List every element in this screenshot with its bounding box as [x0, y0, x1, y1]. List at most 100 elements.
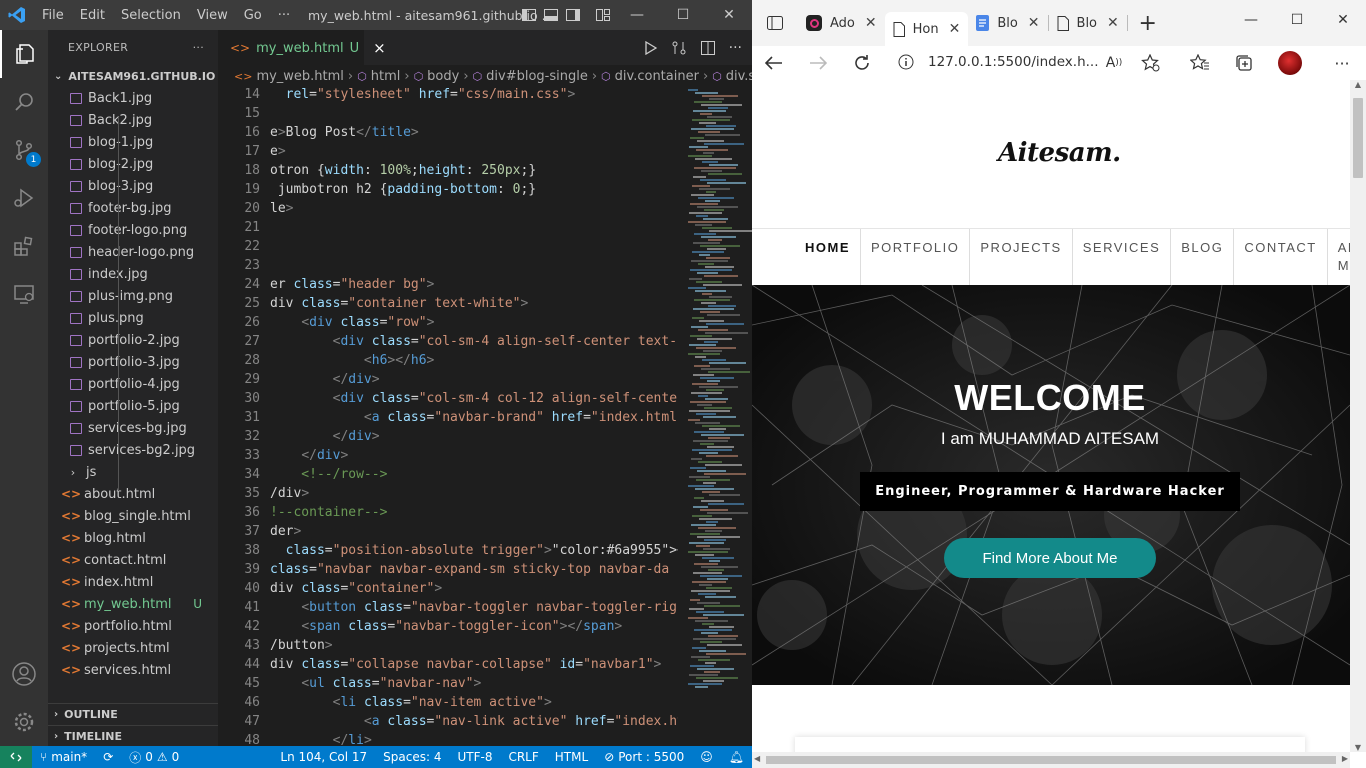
file-item[interactable]: <> blog.html	[48, 527, 218, 549]
code-line[interactable]: 26 <div class="row">	[218, 315, 678, 334]
code-line[interactable]: 25 div class="container text-white">	[218, 296, 678, 315]
file-item[interactable]: footer-bg.jpg	[48, 197, 218, 219]
code-line[interactable]: 28 <h6></h6>	[218, 353, 678, 372]
page-vertical-scrollbar[interactable]: ▲ ▼	[1350, 80, 1366, 752]
file-item[interactable]: header-logo.png	[48, 241, 218, 263]
code-line[interactable]: 43/button>	[218, 638, 678, 657]
notifications-bell-icon[interactable]: 🔔︎	[721, 750, 752, 764]
account-icon[interactable]	[0, 650, 48, 698]
menu-edit[interactable]: Edit	[72, 8, 113, 23]
browser-tab-blog-doc[interactable]: Blo ✕	[968, 6, 1047, 40]
site-info-icon[interactable]	[898, 54, 914, 70]
file-item[interactable]: <> blog_single.html	[48, 505, 218, 527]
branch-status[interactable]: ⑂ main*	[32, 750, 95, 764]
file-item[interactable]: footer-logo.png	[48, 219, 218, 241]
refresh-icon[interactable]	[840, 46, 884, 80]
file-item[interactable]: plus-img.png	[48, 285, 218, 307]
compare-changes-icon[interactable]	[671, 40, 687, 56]
source-control-icon[interactable]: 1	[0, 126, 48, 174]
code-line[interactable]: 48 </li>	[218, 733, 678, 746]
code-line[interactable]: 22	[218, 239, 678, 258]
browser-tab-blog-page[interactable]: Blo ✕	[1049, 6, 1127, 40]
browser-tab-adobe[interactable]: Ado ✕	[798, 6, 885, 40]
code-line[interactable]: 46 <li class="nav-item active">	[218, 695, 678, 714]
favorites-icon[interactable]	[1178, 46, 1222, 80]
nav-link-home[interactable]: HOME	[795, 229, 861, 285]
file-item[interactable]: Back2.jpg	[48, 109, 218, 131]
tab-actions-icon[interactable]	[752, 6, 798, 40]
extensions-icon[interactable]	[0, 222, 48, 270]
eol-status[interactable]: CRLF	[500, 750, 546, 764]
close-tab-icon[interactable]: ✕	[949, 21, 961, 37]
site-logo[interactable]: Aitesam.	[998, 138, 1121, 168]
settings-more-icon[interactable]: ···	[1320, 46, 1364, 80]
code-line[interactable]: 17 e>	[218, 144, 678, 163]
nav-link-portfolio[interactable]: PORTFOLIO	[861, 229, 971, 285]
nav-link-about-me[interactable]: ABOUT ME	[1328, 229, 1350, 285]
code-line[interactable]: 18 otron {width: 100%;height: 250px;}	[218, 163, 678, 182]
nav-link-services[interactable]: SERVICES	[1073, 229, 1172, 285]
file-item[interactable]: index.jpg	[48, 263, 218, 285]
explorer-icon[interactable]	[0, 30, 48, 78]
browser-maximize-button[interactable]: ☐	[1274, 12, 1320, 28]
code-line[interactable]: 27 <div class="col-sm-4 align-self-cente…	[218, 334, 678, 353]
encoding-status[interactable]: UTF-8	[449, 750, 500, 764]
more-actions-icon[interactable]: ···	[729, 40, 742, 56]
minimize-button[interactable]: —	[614, 0, 660, 30]
code-line[interactable]: 44 div class="collapse navbar-collapse" i…	[218, 657, 678, 676]
folder-item-js[interactable]: › js	[48, 461, 218, 483]
code-line[interactable]: 33 </div>	[218, 448, 678, 467]
breadcrumb-item[interactable]: my_web.html	[256, 69, 343, 84]
code-line[interactable]: 36 !--container-->	[218, 505, 678, 524]
maximize-button[interactable]: ☐	[660, 0, 706, 30]
code-line[interactable]: 39 class="navbar navbar-expand-sm sticky-…	[218, 562, 678, 581]
file-item[interactable]: <> portfolio.html	[48, 615, 218, 637]
split-editor-icon[interactable]	[700, 40, 715, 55]
code-line[interactable]: 15	[218, 106, 678, 125]
browser-close-button[interactable]: ✕	[1320, 12, 1366, 28]
file-item[interactable]: services-bg.jpg	[48, 417, 218, 439]
remote-indicator-icon[interactable]	[0, 746, 32, 768]
code-line[interactable]: 32 </div>	[218, 429, 678, 448]
file-item[interactable]: <> contact.html	[48, 549, 218, 571]
scroll-thumb[interactable]	[766, 756, 1336, 764]
file-item[interactable]: portfolio-2.jpg	[48, 329, 218, 351]
code-line[interactable]: 45 <ul class="navbar-nav">	[218, 676, 678, 695]
file-item[interactable]: portfolio-3.jpg	[48, 351, 218, 373]
code-line[interactable]: 16 e>Blog Post</title>	[218, 125, 678, 144]
breadcrumb-item[interactable]: html	[371, 69, 401, 84]
file-item[interactable]: <> services.html	[48, 659, 218, 681]
feedback-icon[interactable]: ☺	[692, 750, 721, 764]
timeline-section[interactable]: › TIMELINE	[48, 725, 218, 747]
close-tab-icon[interactable]: ✕	[865, 15, 877, 31]
code-line[interactable]: 31 <a class="navbar-brand" href="index.h…	[218, 410, 678, 429]
file-item[interactable]: blog-3.jpg	[48, 175, 218, 197]
file-item[interactable]: <> about.html	[48, 483, 218, 505]
run-icon[interactable]	[644, 40, 657, 55]
find-more-button[interactable]: Find More About Me	[944, 538, 1156, 578]
code-line[interactable]: 37 der>	[218, 524, 678, 543]
problems-status[interactable]: ⓧ 0 ⚠ 0	[121, 749, 187, 766]
cursor-position[interactable]: Ln 104, Col 17	[272, 750, 375, 764]
add-favorite-icon[interactable]	[1129, 46, 1173, 80]
menu-more[interactable]: ···	[270, 8, 298, 23]
file-item[interactable]: blog-2.jpg	[48, 153, 218, 175]
scroll-up-arrow-icon[interactable]: ▲	[1350, 80, 1366, 89]
code-line[interactable]: 42 <span class="navbar-toggler-icon"></s…	[218, 619, 678, 638]
back-arrow-icon[interactable]	[752, 46, 796, 80]
code-line[interactable]: 38 class="position-absolute trigger">"co…	[218, 543, 678, 562]
code-line[interactable]: 24 er class="header bg">	[218, 277, 678, 296]
nav-link-contact[interactable]: CONTACT	[1234, 229, 1328, 285]
remote-explorer-icon[interactable]	[0, 270, 48, 318]
breadcrumb-item[interactable]: div#blog-single	[486, 69, 588, 84]
search-icon[interactable]	[0, 78, 48, 126]
close-tab-icon[interactable]: ×	[373, 39, 386, 57]
customize-layout-icon[interactable]	[592, 0, 614, 30]
toggle-secondary-sidebar-icon[interactable]	[562, 0, 584, 30]
scroll-left-arrow-icon[interactable]: ◀	[754, 754, 760, 763]
menu-go[interactable]: Go	[236, 8, 270, 23]
breadcrumb-item[interactable]: div.s	[726, 69, 752, 84]
scroll-down-arrow-icon[interactable]: ▼	[1350, 743, 1366, 752]
workspace-folder[interactable]: ⌄ AITESAM961.GITHUB.IO	[48, 65, 218, 87]
file-item[interactable]: <> my_web.html U	[48, 593, 218, 615]
